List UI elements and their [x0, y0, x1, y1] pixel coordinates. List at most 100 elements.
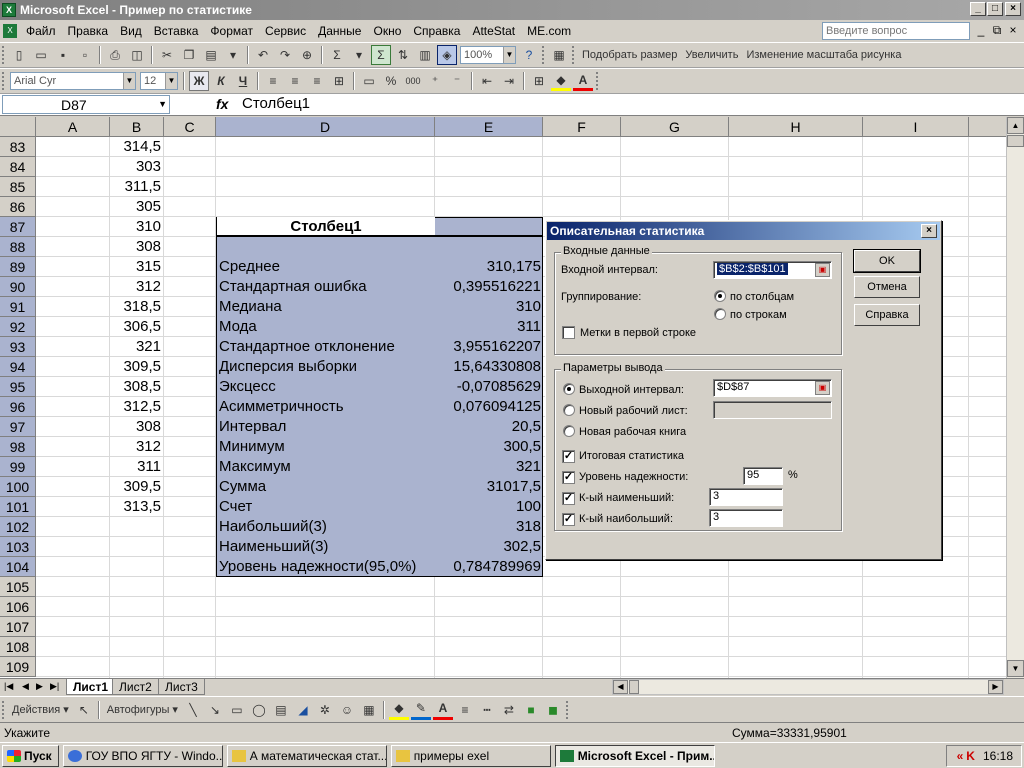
currency-icon[interactable]: ▭	[359, 71, 379, 91]
stat-value[interactable]: -0,07085629	[436, 377, 541, 397]
row-header[interactable]: 87	[0, 217, 36, 237]
column-header-c[interactable]: C	[164, 117, 216, 137]
row-header[interactable]: 96	[0, 397, 36, 417]
borders-icon[interactable]: ⊞	[529, 71, 549, 91]
bold-button[interactable]: Ж	[189, 71, 209, 91]
italic-button[interactable]: К	[211, 71, 231, 91]
open-icon[interactable]: ▭	[31, 45, 51, 65]
cell-b[interactable]: 313,5	[110, 497, 164, 517]
row-header[interactable]: 93	[0, 337, 36, 357]
increase-indent-icon[interactable]: ⇥	[499, 71, 519, 91]
maximize-button[interactable]: □	[987, 2, 1003, 16]
clock[interactable]: 16:18	[983, 749, 1013, 763]
cell-b[interactable]: 315	[110, 257, 164, 277]
menu-data[interactable]: Данные	[312, 24, 367, 38]
drawing-actions-menu[interactable]: Действия ▾	[12, 703, 69, 716]
row-header[interactable]: 92	[0, 317, 36, 337]
cell-b[interactable]: 318,5	[110, 297, 164, 317]
cancel-button[interactable]: Отмена	[854, 276, 920, 298]
minimize-button[interactable]: _	[970, 2, 986, 16]
help-icon[interactable]: ?	[519, 45, 539, 65]
column-header-f[interactable]: F	[543, 117, 621, 137]
line-color-icon[interactable]: ✎	[410, 700, 431, 720]
column-header-g[interactable]: G	[621, 117, 729, 137]
line-style-icon[interactable]: ≡	[455, 700, 475, 720]
ok-button[interactable]: OK	[853, 249, 921, 273]
sheet-tab-1[interactable]: Лист1	[66, 679, 116, 695]
column-header-d[interactable]: D	[216, 117, 435, 137]
output-range-field[interactable]: $D$87 ▣	[713, 379, 832, 397]
stat-value[interactable]: 15,64330808	[436, 357, 541, 377]
row-header[interactable]: 108	[0, 637, 36, 657]
stats-title-e-cell[interactable]	[435, 217, 542, 237]
diagram-icon[interactable]: ✲	[315, 700, 335, 720]
menu-tools[interactable]: Сервис	[259, 24, 312, 38]
menu-edit[interactable]: Правка	[62, 24, 115, 38]
sort-icon[interactable]: ⇅	[393, 45, 413, 65]
kth-largest-field[interactable]: 3	[709, 509, 783, 527]
cell-b[interactable]: 306,5	[110, 317, 164, 337]
cell-b[interactable]: 321	[110, 337, 164, 357]
row-header[interactable]: 107	[0, 617, 36, 637]
tray-arrows-icon[interactable]: «	[957, 749, 964, 763]
row-header[interactable]: 104	[0, 557, 36, 577]
scroll-left-icon[interactable]: ◀	[613, 680, 628, 694]
menu-window[interactable]: Окно	[367, 24, 407, 38]
collapse-dialog-icon[interactable]: ▣	[815, 381, 830, 395]
zoom-combo[interactable]: 100% ▼	[460, 46, 516, 64]
drawing-toggle-icon[interactable]: ◈	[437, 45, 457, 65]
percent-button[interactable]: %	[381, 71, 401, 91]
row-header[interactable]: 85	[0, 177, 36, 197]
undo-icon[interactable]: ↶	[253, 45, 273, 65]
stat-label[interactable]: Стандартная ошибка	[219, 277, 367, 297]
scroll-thumb[interactable]	[1007, 135, 1024, 147]
scroll-down-icon[interactable]: ▼	[1007, 660, 1024, 677]
input-range-field[interactable]: $B$2:$B$101 ▣	[713, 261, 832, 279]
cell-b[interactable]: 311	[110, 457, 164, 477]
new-icon[interactable]: ▯	[9, 45, 29, 65]
menu-mecom[interactable]: ME.com	[521, 24, 577, 38]
by-rows-radio[interactable]	[714, 308, 726, 320]
select-all-corner[interactable]	[0, 117, 36, 137]
copy-icon[interactable]: ❐	[179, 45, 199, 65]
column-header-j[interactable]	[969, 117, 1008, 137]
menu-insert[interactable]: Вставка	[148, 24, 205, 38]
by-columns-label[interactable]: по столбцам	[730, 291, 794, 303]
sheet-tab-2[interactable]: Лист2	[112, 679, 159, 695]
underline-button[interactable]: Ч	[233, 71, 253, 91]
doc-close-button[interactable]: ×	[1006, 23, 1020, 37]
cell-b[interactable]: 312	[110, 277, 164, 297]
column-header-a[interactable]: A	[36, 117, 110, 137]
row-header[interactable]: 98	[0, 437, 36, 457]
menu-attestat[interactable]: AtteStat	[466, 24, 521, 38]
stat-value[interactable]: 311	[436, 317, 541, 337]
menu-view[interactable]: Вид	[114, 24, 148, 38]
scroll-up-icon[interactable]: ▲	[1007, 117, 1024, 134]
scroll-right-icon[interactable]: ▶	[988, 680, 1003, 694]
toolbar-grip[interactable]	[542, 46, 546, 64]
chevron-down-icon[interactable]: ▼	[158, 99, 167, 109]
antivirus-icon[interactable]: K	[966, 749, 975, 763]
row-header[interactable]: 95	[0, 377, 36, 397]
stat-label[interactable]: Наибольший(3)	[219, 517, 327, 537]
align-center-icon[interactable]: ≡	[285, 71, 305, 91]
cell-b[interactable]: 308	[110, 417, 164, 437]
stat-label[interactable]: Сумма	[219, 477, 266, 497]
by-rows-label[interactable]: по строкам	[730, 309, 787, 321]
doc-restore-button[interactable]: ⧉	[990, 23, 1004, 38]
clipart-icon[interactable]: ☺	[337, 700, 357, 720]
font-combo[interactable]: Arial Cyr ▼	[10, 72, 136, 90]
stat-label[interactable]: Счет	[219, 497, 252, 517]
first-sheet-icon[interactable]: |◀	[4, 681, 13, 692]
font-color-icon[interactable]: A	[573, 71, 593, 91]
stat-label[interactable]: Асимметричность	[219, 397, 344, 417]
wordart-icon[interactable]: ◢	[293, 700, 313, 720]
prev-sheet-icon[interactable]: ◀	[22, 681, 29, 692]
row-header[interactable]: 88	[0, 237, 36, 257]
cell-b[interactable]: 305	[110, 197, 164, 217]
row-header[interactable]: 103	[0, 537, 36, 557]
line-icon[interactable]: ╲	[183, 700, 203, 720]
stat-label[interactable]: Уровень надежности(95,0%)	[219, 557, 416, 577]
kth-largest-checkbox[interactable]: ✓	[562, 513, 575, 526]
stat-value[interactable]: 20,5	[436, 417, 541, 437]
